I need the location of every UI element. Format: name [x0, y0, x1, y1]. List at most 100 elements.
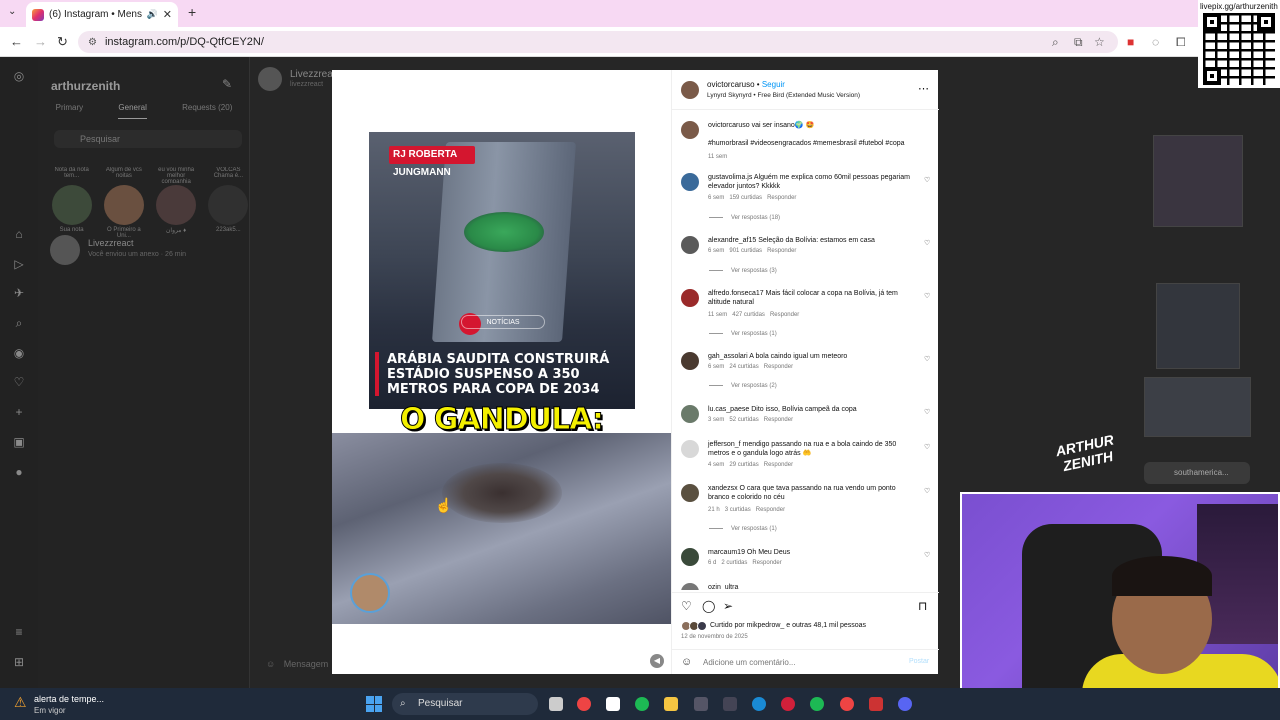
shared-video-thumb[interactable]	[1153, 135, 1243, 227]
avatar[interactable]	[681, 236, 699, 254]
save-bookmark-icon[interactable]: ⊓	[918, 599, 927, 613]
discord-icon[interactable]	[898, 697, 912, 711]
avatar[interactable]	[681, 440, 699, 458]
dm-search-input[interactable]: Pesquisar	[54, 130, 242, 148]
menu-icon[interactable]: ≡	[12, 625, 26, 639]
like-comment-icon[interactable]: ♡	[924, 176, 930, 184]
comment-likes[interactable]: 2 curtidas	[721, 560, 747, 566]
bookmark-star-icon[interactable]: ☆	[1094, 35, 1105, 49]
comment-user[interactable]: ozin_ultra	[708, 584, 738, 590]
avatar[interactable]	[681, 81, 699, 99]
caption-hashtags[interactable]: #humorbrasil #videosengracados #memesbra…	[708, 139, 918, 148]
close-tab-icon[interactable]: ✕	[163, 8, 172, 21]
like-comment-icon[interactable]: ♡	[924, 408, 930, 416]
reply-button[interactable]: Responder	[756, 507, 785, 513]
reply-button[interactable]: Responder	[764, 462, 793, 468]
extension2-icon[interactable]: ◌	[1152, 35, 1159, 49]
reload-icon[interactable]: ↻	[57, 34, 68, 50]
comment-likes[interactable]: 29 curtidas	[729, 462, 758, 468]
browser-tab[interactable]: (6) Instagram • Mensagens 🔊 ✕	[26, 2, 178, 27]
emoji-icon[interactable]: ☺	[266, 659, 275, 669]
avatar[interactable]	[681, 121, 699, 139]
shared-post-thumb[interactable]	[1156, 283, 1240, 369]
like-comment-icon[interactable]: ♡	[924, 239, 930, 247]
avatar[interactable]	[681, 173, 699, 191]
comment-likes[interactable]: 3 curtidas	[725, 507, 751, 513]
comment-bubble-icon[interactable]: ◯	[702, 599, 715, 613]
comment-user[interactable]: gustavolima.js	[708, 174, 752, 181]
home-icon[interactable]: ⌂	[12, 227, 26, 241]
site-info-icon[interactable]: ⚙	[88, 37, 97, 48]
avatar[interactable]	[681, 548, 699, 566]
comment-user[interactable]: jefferson_f	[708, 441, 741, 448]
instagram-logo-icon[interactable]: ◎	[12, 69, 26, 83]
share-send-icon[interactable]: ➢	[723, 599, 733, 613]
dm-thread-item[interactable]: Livezzreact Você enviou um anexo · 26 mi…	[50, 233, 240, 267]
reply-button[interactable]: Responder	[767, 248, 796, 254]
like-heart-icon[interactable]: ♡	[681, 599, 692, 613]
comment-user[interactable]: gah_assolari	[708, 353, 748, 360]
caption-user[interactable]: ovictorcaruso	[708, 122, 750, 129]
tab-search-icon[interactable]: ⌄	[8, 6, 16, 17]
tab-primary[interactable]: Primary	[56, 103, 84, 119]
omnibox[interactable]: ⚙ instagram.com/p/DQ-QtfCEY2N/	[78, 31, 1118, 53]
comment-user[interactable]: marcaum19	[708, 549, 745, 556]
comment-user[interactable]: xandezsx	[708, 485, 738, 492]
like-comment-icon[interactable]: ♡	[924, 443, 930, 451]
emoji-icon[interactable]: ☺	[681, 656, 692, 668]
extension-icon[interactable]: ■	[1127, 35, 1134, 49]
avatar[interactable]	[681, 484, 699, 502]
app-icon[interactable]	[869, 697, 883, 711]
like-comment-icon[interactable]: ♡	[924, 292, 930, 300]
opera-icon[interactable]	[781, 697, 795, 711]
comments-list[interactable]: ovictorcaruso vai ser insano🌍 🤩 #humorbr…	[672, 111, 939, 590]
reels-icon[interactable]: ▷	[12, 257, 26, 271]
post-comment-button[interactable]: Postar	[909, 658, 929, 665]
threads-icon[interactable]: ⊞	[12, 655, 26, 669]
reply-button[interactable]: Responder	[764, 364, 793, 370]
weather-widget[interactable]: ⚠ alerta de tempe... Em vigor	[12, 692, 122, 716]
comment-likes[interactable]: 427 curtidas	[732, 312, 765, 318]
shared-post-thumb[interactable]	[1144, 377, 1251, 437]
avatar[interactable]	[258, 67, 282, 91]
reply-button[interactable]: Responder	[764, 417, 793, 423]
post-media[interactable]: RJ ROBERTA JUNGMANN NOTÍCIAS ARÁBIA SAUD…	[332, 70, 671, 674]
mute-icon[interactable]: ◀	[650, 654, 664, 668]
view-replies[interactable]: Ver respostas (18)	[709, 215, 780, 221]
view-replies[interactable]: Ver respostas (1)	[709, 526, 777, 532]
note-item[interactable]: VOLCAS Chama é... 223ak5...	[207, 167, 250, 239]
comment-likes[interactable]: 24 curtidas	[729, 364, 758, 370]
author-name[interactable]: ovictorcaruso	[707, 80, 755, 89]
avatar[interactable]	[681, 352, 699, 370]
like-comment-icon[interactable]: ♡	[924, 355, 930, 363]
reply-button[interactable]: Responder	[767, 195, 796, 201]
dm-username[interactable]: arthurzenith	[51, 79, 120, 93]
start-button[interactable]	[366, 696, 382, 712]
view-replies[interactable]: Ver respostas (1)	[709, 331, 777, 337]
tab-requests[interactable]: Requests (20)	[182, 103, 232, 119]
add-comment-input[interactable]: Adicione um comentário...	[703, 658, 796, 667]
edge-icon[interactable]	[752, 697, 766, 711]
more-options-icon[interactable]: ⋯	[918, 82, 929, 95]
message-input[interactable]: ☺ Mensagem	[266, 659, 328, 669]
create-icon[interactable]: +	[12, 405, 26, 419]
note-item[interactable]: Nota da nota tem... Sua nota	[50, 167, 93, 239]
spotify-icon[interactable]	[810, 697, 824, 711]
dashboard-icon[interactable]: ▣	[12, 435, 26, 449]
profile-avatar-icon[interactable]: ●	[12, 465, 26, 479]
reply-button[interactable]: Responder	[770, 312, 799, 318]
chrome-icon[interactable]	[840, 697, 854, 711]
like-comment-icon[interactable]: ♡	[924, 487, 930, 495]
tab-general[interactable]: General	[118, 103, 147, 119]
comment-likes[interactable]: 159 curtidas	[729, 195, 762, 201]
post-song[interactable]: Lynyrd Skynyrd • Free Bird (Extended Mus…	[707, 92, 860, 99]
notifications-heart-icon[interactable]: ♡	[12, 375, 26, 389]
note-item[interactable]: eu vou minha melhor companhia مروان ♦	[155, 167, 198, 239]
search-icon[interactable]: ⌕	[12, 316, 26, 330]
explore-icon[interactable]: ◉	[12, 346, 26, 360]
like-comment-icon[interactable]: ♡	[924, 551, 930, 559]
follow-button[interactable]: Seguir	[762, 80, 785, 89]
back-icon[interactable]: ←	[10, 34, 23, 49]
liked-by-text[interactable]: Curtido por mikpedrow_ e outras 48,1 mil…	[710, 622, 866, 629]
new-tab-icon[interactable]: +	[188, 4, 196, 20]
